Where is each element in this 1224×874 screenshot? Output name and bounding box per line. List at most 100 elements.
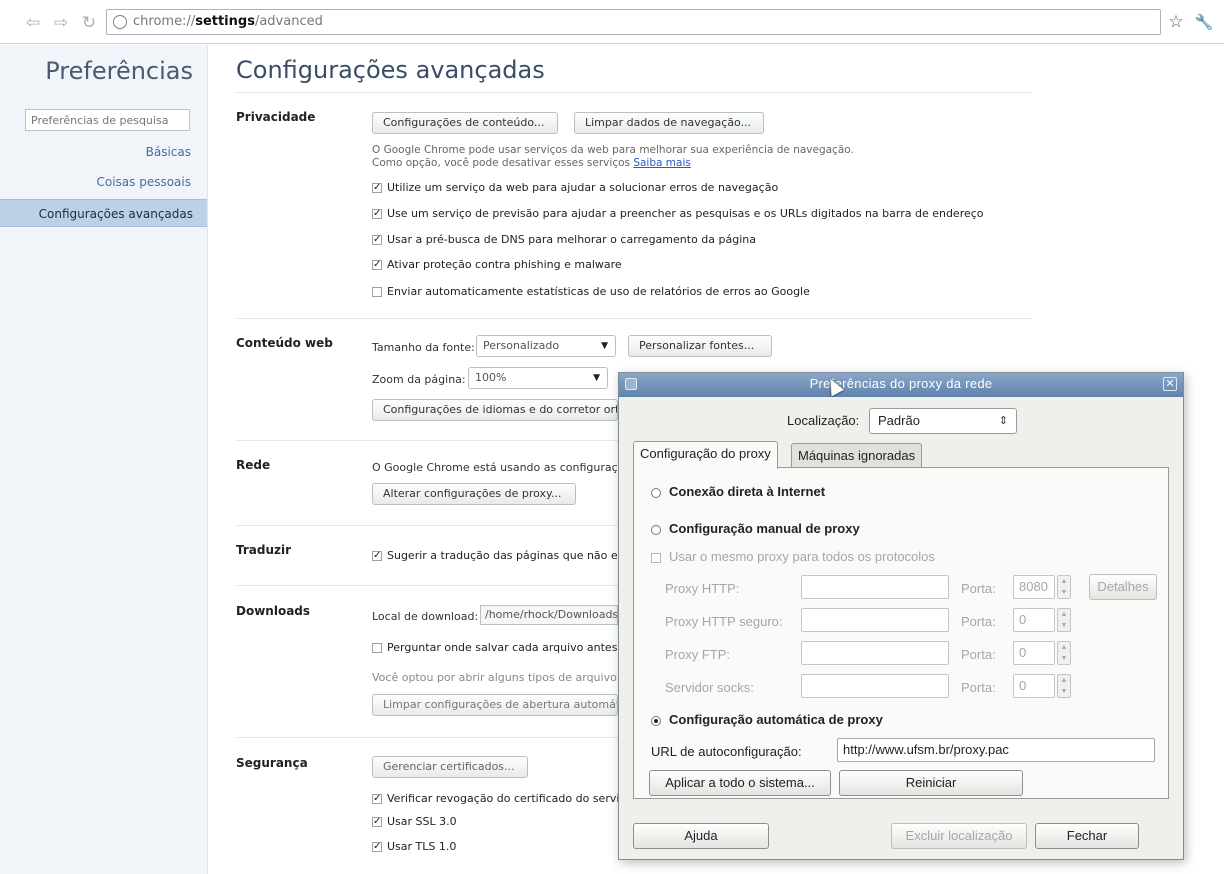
- checkbox-translate[interactable]: ✓ Sugerir a tradução das páginas que não …: [372, 549, 623, 562]
- checkbox-ssl3[interactable]: ✓ Usar SSL 3.0: [372, 815, 457, 828]
- checkbox-dns-prefetch[interactable]: ✓ Usar a pré-busca de DNS para melhorar o…: [372, 233, 756, 246]
- autoconfig-url-label: URL de autoconfiguração:: [651, 744, 802, 759]
- manage-certificates-button[interactable]: Gerenciar certificados...: [372, 756, 528, 778]
- tab-proxy-configuration[interactable]: Configuração do proxy: [633, 441, 778, 469]
- settings-sidebar: Preferências Básicas Coisas pessoais Con…: [0, 45, 208, 874]
- checkbox-unchecked-icon: [372, 642, 382, 653]
- forward-arrow-icon[interactable]: ⇨: [50, 12, 72, 34]
- automatic-proxy-label[interactable]: Configuração automática de proxy: [669, 712, 883, 727]
- checkbox-checked-icon: ✓: [372, 207, 382, 219]
- tab-ignored-hosts[interactable]: Máquinas ignoradas: [791, 443, 923, 469]
- http-port-field[interactable]: 8080: [1013, 575, 1055, 599]
- sidebar-item-advanced[interactable]: Configurações avançadas: [0, 199, 207, 227]
- manual-proxy-label[interactable]: Configuração manual de proxy: [669, 521, 860, 536]
- reload-icon[interactable]: ↻: [78, 12, 100, 34]
- checkbox-usage-stats[interactable]: Enviar automaticamente estatísticas de u…: [372, 285, 810, 298]
- updown-arrows-icon: ⇕: [998, 415, 1008, 427]
- location-value: Padrão: [878, 413, 920, 428]
- reset-button[interactable]: Reiniciar: [839, 770, 1023, 796]
- section-security-label: Segurança: [236, 756, 308, 770]
- location-select[interactable]: Padrão ⇕: [869, 408, 1017, 434]
- dropdown-caret-icon: ▼: [601, 341, 608, 351]
- browser-toolbar: ⇦ ⇨ ↻ chrome://settings/advanced ☆ 🔧: [0, 0, 1224, 44]
- checkbox-label: Perguntar onde salvar cada arquivo antes: [387, 641, 618, 654]
- privacy-note-text: Como opção, você pode desativar esses se…: [372, 157, 630, 169]
- language-settings-button[interactable]: Configurações de idiomas e do corretor o…: [372, 399, 618, 421]
- direct-connection-label[interactable]: Conexão direta à Internet: [669, 484, 825, 499]
- sidebar-item-basics[interactable]: Básicas: [146, 145, 191, 159]
- checkbox-ask-download[interactable]: Perguntar onde salvar cada arquivo antes: [372, 641, 617, 654]
- page-zoom-select[interactable]: 100% ▼: [468, 367, 608, 389]
- https-proxy-field[interactable]: [801, 608, 949, 632]
- spin-arrows-icon[interactable]: ▲ ▼: [1057, 575, 1071, 599]
- checkbox-label: Usar SSL 3.0: [387, 815, 457, 828]
- checkbox-checked-icon: ✓: [372, 840, 382, 852]
- checkbox-cert-revocation[interactable]: ✓ Verificar revogação do certificado do s…: [372, 792, 619, 805]
- checkbox-label: Ativar proteção contra phishing e malwar…: [387, 258, 622, 271]
- socks-port-field[interactable]: 0: [1013, 674, 1055, 698]
- checkbox-checked-icon: ✓: [372, 549, 382, 561]
- font-size-select[interactable]: Personalizado ▼: [476, 335, 616, 357]
- download-location-label: Local de download:: [372, 610, 479, 623]
- checkbox-phishing[interactable]: ✓ Ativar proteção contra phishing e malwa…: [372, 258, 622, 271]
- details-button[interactable]: Detalhes: [1089, 574, 1157, 600]
- wrench-icon[interactable]: 🔧: [1194, 12, 1214, 32]
- font-size-value: Personalizado: [483, 339, 560, 352]
- location-label: Localização:: [787, 413, 860, 428]
- customize-fonts-button[interactable]: Personalizar fontes...: [628, 335, 772, 357]
- http-proxy-label: Proxy HTTP:: [665, 581, 740, 596]
- radio-direct[interactable]: [651, 488, 661, 498]
- help-button[interactable]: Ajuda: [633, 823, 769, 849]
- change-proxy-button[interactable]: Alterar configurações de proxy...: [372, 483, 576, 505]
- checkbox-tls1[interactable]: ✓ Usar TLS 1.0: [372, 840, 456, 853]
- https-port-field[interactable]: 0: [1013, 608, 1055, 632]
- delete-location-button[interactable]: Excluir localização: [891, 823, 1027, 849]
- clear-auto-open-button[interactable]: Limpar configurações de abertura automát…: [372, 694, 618, 716]
- back-arrow-icon[interactable]: ⇦: [22, 12, 44, 34]
- checkbox-checked-icon: ✓: [372, 181, 382, 193]
- http-proxy-field[interactable]: [801, 575, 949, 599]
- page-info-icon[interactable]: [113, 15, 127, 29]
- checkbox-nav-errors[interactable]: ✓ Utilize um serviço da web para ajudar a…: [372, 181, 778, 194]
- url-scheme: chrome://: [133, 14, 196, 29]
- checkbox-label: Use um serviço de previsão para ajudar a…: [387, 207, 984, 220]
- font-size-label: Tamanho da fonte:: [372, 341, 475, 354]
- clear-browsing-data-button[interactable]: Limpar dados de navegação...: [574, 112, 764, 134]
- page-zoom-value: 100%: [475, 371, 507, 384]
- spin-arrows-icon[interactable]: ▲ ▼: [1057, 674, 1071, 698]
- proxy-preferences-dialog: Preferências do proxy da rede ✕ Localiza…: [618, 372, 1184, 860]
- checkbox-label: Sugerir a tradução das páginas que não e…: [387, 549, 624, 562]
- close-icon[interactable]: ✕: [1163, 377, 1177, 391]
- https-proxy-label: Proxy HTTP seguro:: [665, 614, 783, 629]
- url-path: /advanced: [254, 14, 323, 29]
- radio-manual[interactable]: [651, 525, 661, 535]
- checkbox-label: Enviar automaticamente estatísticas de u…: [387, 285, 810, 298]
- section-downloads-label: Downloads: [236, 604, 311, 618]
- spin-arrows-icon[interactable]: ▲ ▼: [1057, 608, 1071, 632]
- socks-server-label: Servidor socks:: [665, 680, 754, 695]
- content-settings-button[interactable]: Configurações de conteúdo...: [372, 112, 558, 134]
- close-button[interactable]: Fechar: [1035, 823, 1139, 849]
- ftp-proxy-field[interactable]: [801, 641, 949, 665]
- sidebar-item-personal[interactable]: Coisas pessoais: [96, 175, 191, 189]
- radio-automatic[interactable]: [651, 716, 661, 726]
- dialog-titlebar[interactable]: Preferências do proxy da rede ✕: [619, 373, 1183, 397]
- checkbox-checked-icon: ✓: [372, 815, 382, 827]
- download-location-field[interactable]: /home/rhock/Downloads: [480, 605, 618, 625]
- settings-search-input[interactable]: [25, 109, 190, 131]
- checkbox-checked-icon: ✓: [372, 233, 382, 245]
- spin-arrows-icon[interactable]: ▲ ▼: [1057, 641, 1071, 665]
- checkbox-label: Verificar revogação do certificado do se…: [387, 792, 620, 805]
- learn-more-link[interactable]: Saiba mais: [633, 157, 691, 169]
- socks-server-field[interactable]: [801, 674, 949, 698]
- apply-system-wide-button[interactable]: Aplicar a todo o sistema...: [649, 770, 831, 796]
- socks-port-label: Porta:: [961, 680, 996, 695]
- same-proxy-checkbox[interactable]: [651, 553, 661, 563]
- address-bar[interactable]: chrome://settings/advanced: [106, 9, 1161, 35]
- star-icon[interactable]: ☆: [1166, 12, 1186, 32]
- checkbox-prediction[interactable]: ✓ Use um serviço de previsão para ajudar …: [372, 207, 984, 220]
- ftp-port-field[interactable]: 0: [1013, 641, 1055, 665]
- checkbox-checked-icon: ✓: [372, 258, 382, 270]
- autoconfig-url-field[interactable]: http://www.ufsm.br/proxy.pac: [837, 738, 1155, 762]
- section-divider: [236, 318, 1032, 319]
